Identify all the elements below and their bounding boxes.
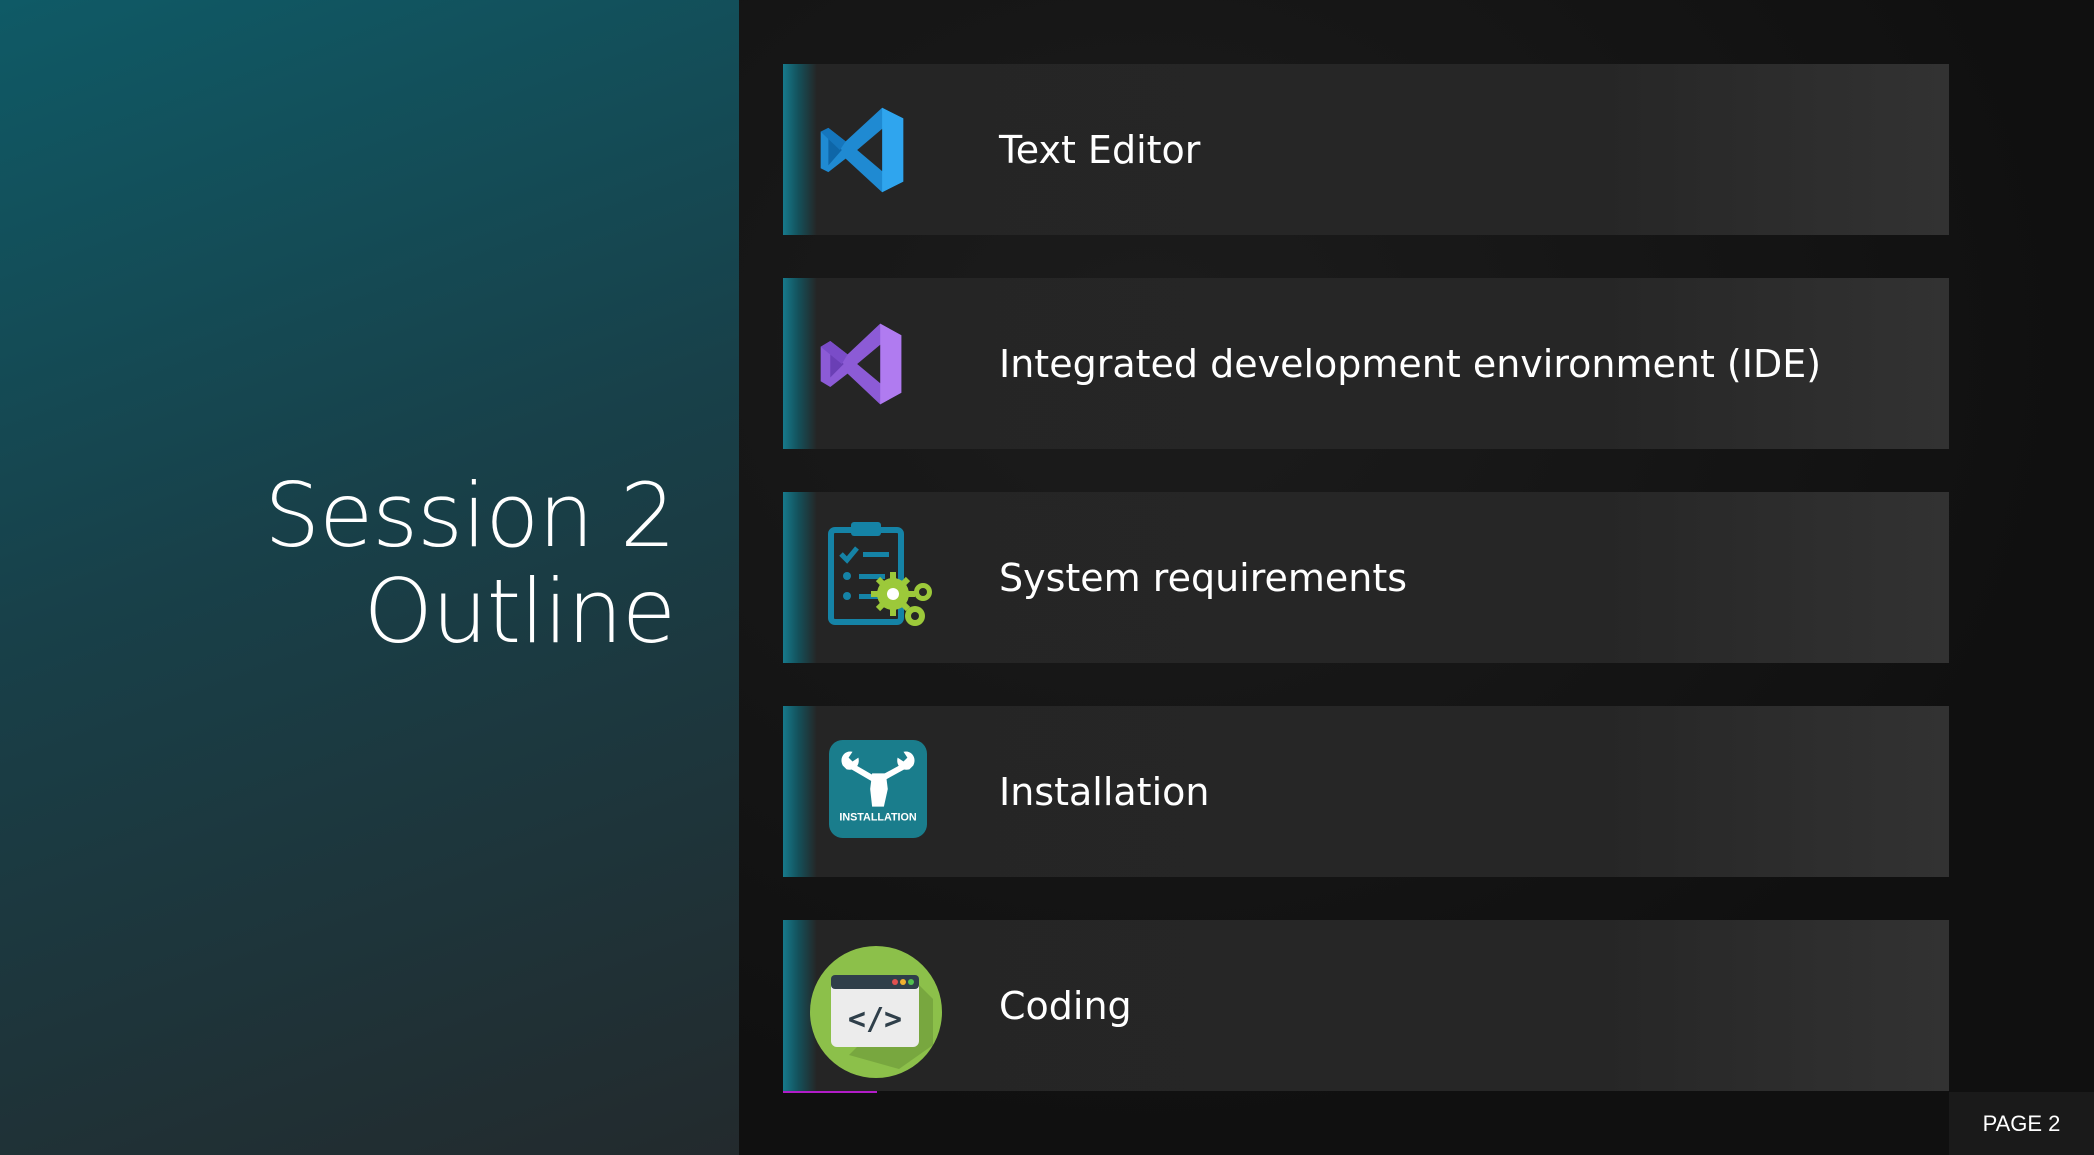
- outline-item-label: Installation: [999, 769, 1210, 814]
- slide-title-line-1: Session 2: [264, 464, 676, 567]
- decorative-underline: [783, 1091, 877, 1093]
- outline-item-text-editor: Text Editor: [783, 64, 1949, 235]
- item-accent-bar: [783, 706, 817, 877]
- code-window-icon: </>: [809, 945, 943, 1079]
- title-panel: Session 2 Outline: [0, 0, 739, 1155]
- item-accent-bar: [783, 492, 817, 663]
- slide-title: Session 2 Outline: [264, 464, 676, 663]
- clipboard-gears-icon: [823, 518, 943, 638]
- item-accent-bar: [783, 64, 817, 235]
- item-accent-bar: [783, 278, 817, 449]
- outline-item-label: Integrated development environment (IDE): [999, 341, 1822, 386]
- page-number: PAGE 2: [1949, 1092, 2094, 1155]
- slide-title-line-2: Outline: [363, 560, 676, 663]
- outline-item-label: System requirements: [999, 555, 1408, 600]
- code-icon-text: </>: [848, 1002, 902, 1037]
- slide: Session 2 Outline Text Editor Integrated…: [0, 0, 2094, 1155]
- outline-item-system-requirements: System requirements: [783, 492, 1949, 663]
- vscode-icon: [813, 102, 909, 198]
- outline-item-label: Coding: [999, 983, 1132, 1028]
- outline-item-installation: INSTALLATION Installation: [783, 706, 1949, 877]
- installation-icon-text: INSTALLATION: [839, 811, 917, 823]
- outline-item-coding: </> Coding: [783, 920, 1949, 1091]
- outline-item-label: Text Editor: [999, 127, 1201, 172]
- visual-studio-icon: [813, 316, 909, 412]
- installation-wrench-icon: INSTALLATION: [829, 740, 927, 838]
- outline-item-ide: Integrated development environment (IDE): [783, 278, 1949, 449]
